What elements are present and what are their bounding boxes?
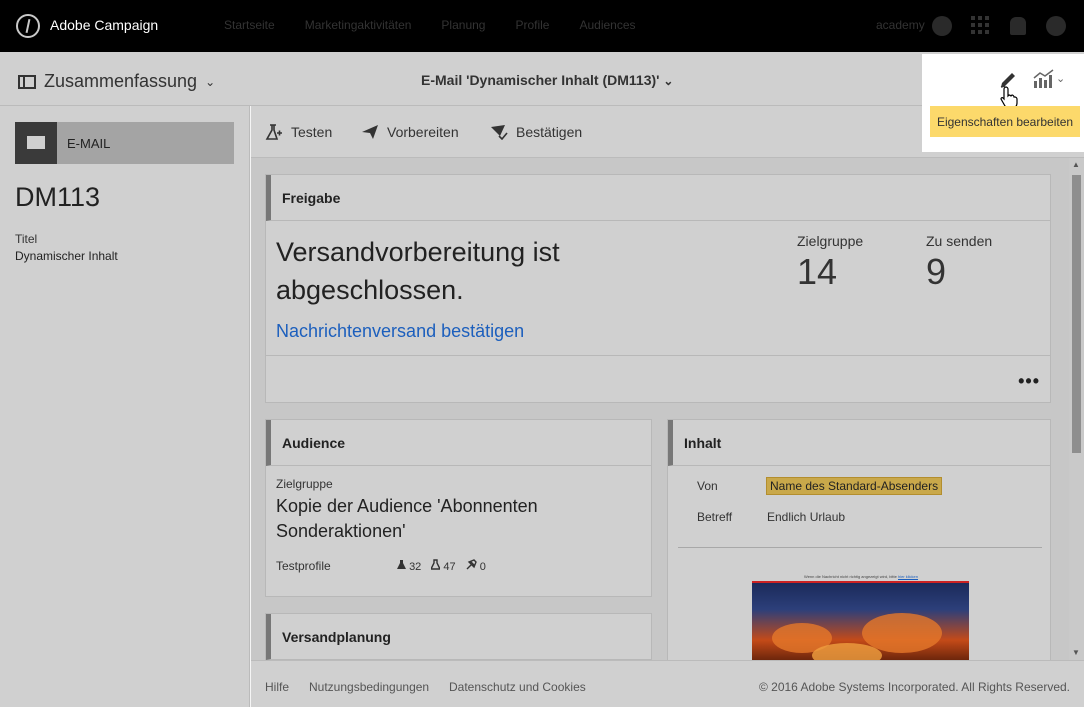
summary-label: Zusammenfassung <box>44 71 198 91</box>
confirm-sending-link[interactable]: Nachrichtenversand bestätigen <box>276 321 524 342</box>
footer: Hilfe Nutzungsbedingungen Datenschutz un… <box>251 660 1084 707</box>
audience-card: Audience Zielgruppe Kopie der Audience '… <box>265 419 652 597</box>
approval-card: Freigabe Versandvorbereitung ist abgesch… <box>265 174 1051 403</box>
test-profile-counts: 32 47 0 <box>397 559 486 573</box>
summary-toggle[interactable]: Zusammenfassung ⌄ <box>18 71 215 92</box>
report-chart-icon[interactable] <box>1033 69 1055 89</box>
title-value: Dynamischer Inhalt <box>15 249 118 263</box>
app-title: Adobe Campaign <box>50 17 159 33</box>
main-area: Testen Vorbereiten Bestätigen Freigabe V… <box>251 106 1084 707</box>
from-label: Von <box>697 479 718 493</box>
email-type-label: E-MAIL <box>67 136 111 151</box>
prepare-button[interactable]: Vorbereiten <box>361 124 459 140</box>
subject-value: Endlich Urlaub <box>767 510 846 524</box>
nav-item-planning[interactable]: Planung <box>441 18 485 32</box>
seed-count: 0 <box>466 559 486 573</box>
pin-icon <box>466 559 477 570</box>
mirror-page-link[interactable]: hier klicken <box>898 574 918 579</box>
confirm-label: Bestätigen <box>516 124 583 140</box>
email-icon <box>15 122 57 164</box>
to-send-value: 9 <box>926 251 947 292</box>
content-divider <box>678 547 1042 548</box>
approval-heading: Freigabe <box>266 175 1050 221</box>
audience-target-value: Kopie der Audience 'Abonnenten Sonderakt… <box>276 496 538 541</box>
privacy-link[interactable]: Datenschutz und Cookies <box>449 680 586 694</box>
email-rendering-count: 47 <box>430 559 456 573</box>
send-confirm-icon <box>491 125 508 140</box>
chevron-down-icon: ⌄ <box>205 74 216 89</box>
nav-item-profiles[interactable]: Profile <box>515 18 549 32</box>
delivery-title-dropdown[interactable]: E-Mail 'Dynamischer Inhalt (DM113)' ⌄ <box>421 72 673 88</box>
sender-name-chip[interactable]: Name des Standard-Absenders <box>766 477 943 495</box>
edit-properties-tooltip: Eigenschaften bearbeiten <box>930 106 1080 137</box>
terms-link[interactable]: Nutzungsbedingungen <box>309 680 429 694</box>
test-label: Testen <box>291 124 333 140</box>
proof-count: 32 <box>397 559 421 573</box>
apps-grid-icon[interactable] <box>971 16 991 36</box>
flask-icon <box>265 124 282 140</box>
title-label: Titel <box>15 232 38 246</box>
nav-item-home[interactable]: Startseite <box>224 18 275 32</box>
dashboard-content: Freigabe Versandvorbereitung ist abgesch… <box>251 158 1069 660</box>
copyright-text: © 2016 Adobe Systems Incorporated. All R… <box>758 680 1070 694</box>
schedule-card: Versandplanung <box>265 613 652 660</box>
flask-icon <box>397 560 406 569</box>
avatar[interactable] <box>1046 16 1066 36</box>
test-profiles-label: Testprofile <box>276 559 331 573</box>
audience-heading: Audience <box>266 420 651 466</box>
user-name[interactable]: academy <box>876 18 925 32</box>
to-send-stat: Zu senden 9 <box>926 233 992 293</box>
summary-panel: E-MAIL DM113 Titel Dynamischer Inhalt <box>0 106 250 707</box>
delivery-code: DM113 <box>15 182 101 212</box>
flask-check-icon <box>430 559 442 570</box>
confirm-button[interactable]: Bestätigen <box>490 124 582 140</box>
prepare-label: Vorbereiten <box>387 124 459 140</box>
chevron-down-icon[interactable]: ⌄ <box>1056 72 1065 85</box>
help-icon[interactable] <box>932 16 952 36</box>
paper-plane-icon <box>362 125 378 139</box>
email-preview-image[interactable] <box>752 581 969 660</box>
target-value: 14 <box>797 251 838 292</box>
scroll-up-icon[interactable]: ▲ <box>1072 160 1080 169</box>
scrollbar[interactable]: ▲ ▼ <box>1069 158 1084 660</box>
help-link[interactable]: Hilfe <box>265 680 289 694</box>
target-stat: Zielgruppe 14 <box>797 233 863 293</box>
content-card: Inhalt Von Name des Standard-Absenders B… <box>667 419 1051 660</box>
audience-target-label: Zielgruppe <box>276 477 333 491</box>
chevron-down-icon: ⌄ <box>663 74 674 88</box>
card-divider <box>266 355 1050 356</box>
notification-bell-icon[interactable] <box>1010 17 1026 35</box>
subject-label: Betreff <box>697 510 733 524</box>
preparation-status: Versandvorbereitung ist abgeschlossen. <box>276 237 560 305</box>
more-options-icon[interactable]: ••• <box>1018 371 1040 392</box>
content-heading: Inhalt <box>668 420 1050 466</box>
email-type-tab[interactable]: E-MAIL <box>15 122 234 164</box>
email-preview-header: Wenn die Nachricht nicht richtig angezei… <box>804 574 919 579</box>
hand-cursor-icon <box>1000 86 1018 108</box>
main-nav: Startseite Marketingaktivitäten Planung … <box>224 18 666 32</box>
nav-item-marketing-activities[interactable]: Marketingaktivitäten <box>305 18 412 32</box>
scrollbar-thumb[interactable] <box>1072 175 1081 453</box>
side-panel-icon <box>18 74 36 89</box>
scroll-down-icon[interactable]: ▼ <box>1072 648 1080 657</box>
schedule-heading: Versandplanung <box>266 614 651 660</box>
delivery-title: E-Mail 'Dynamischer Inhalt (DM113)' <box>421 72 660 88</box>
to-send-label: Zu senden <box>926 233 993 249</box>
nav-item-audiences[interactable]: Audiences <box>579 18 635 32</box>
adobe-campaign-logo[interactable] <box>16 14 40 38</box>
top-bar: Adobe Campaign Startseite Marketingaktiv… <box>0 0 1084 52</box>
target-label: Zielgruppe <box>797 233 864 249</box>
test-button[interactable]: Testen <box>265 124 332 140</box>
